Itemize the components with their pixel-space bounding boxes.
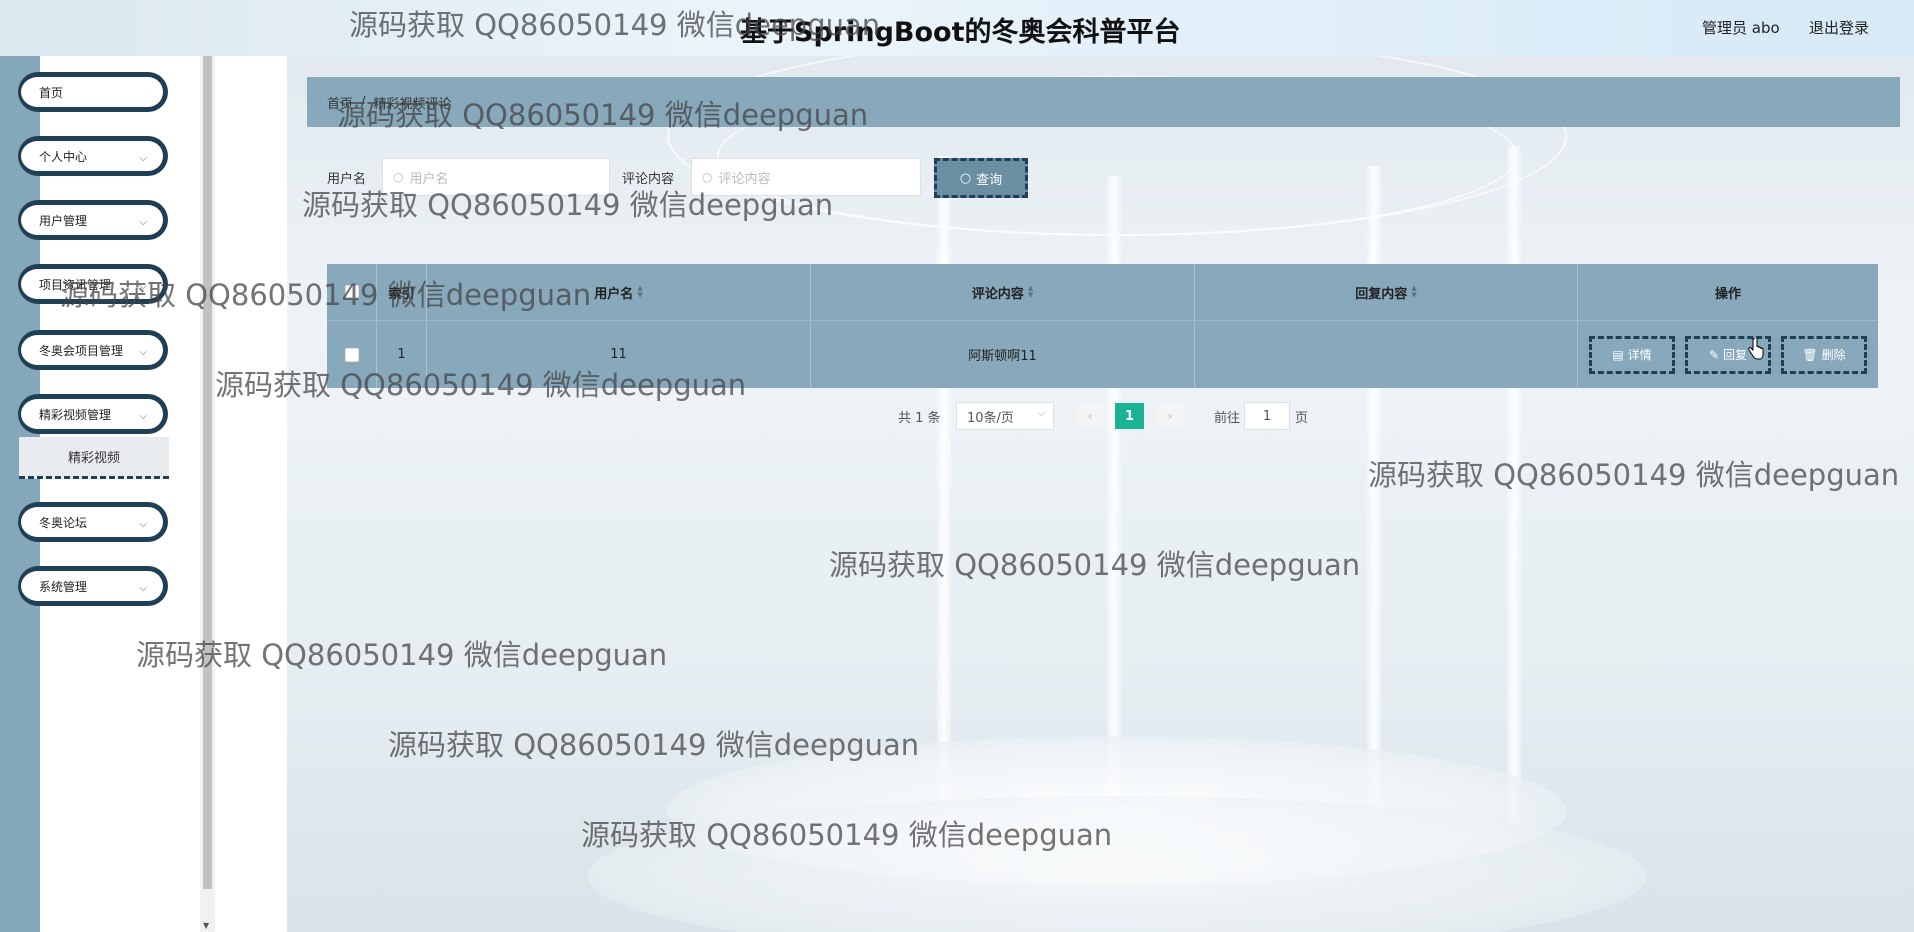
table-header: 索引 用户名 ▲ ▼ 评论内容 ▲ ▼ 回复内容 ▲ ▼ 操作 [327,264,1878,320]
chevron-down-icon: ⌵ [139,217,147,228]
goto-label: 前往 [1214,411,1241,426]
sidebar-gap [215,56,287,932]
edit-icon: ✎ [1708,347,1720,362]
sidebar-subitem-label: 精彩视频 [67,451,120,466]
username-label: 用户名 [327,172,367,187]
select-all-header[interactable] [327,264,377,320]
scroll-down-arrow-icon[interactable]: ▼ [203,921,209,930]
detail-button-label: 详情 [1627,348,1652,362]
hand-cursor-icon [1748,338,1764,360]
goto-page-input[interactable]: 1 [1244,402,1290,430]
sidebar-item-label: 个人中心 [39,149,88,164]
column-label: 索引 [388,286,415,302]
detail-button[interactable]: ▤ 详情 [1589,335,1675,374]
chevron-down-icon: ⌵ [139,583,147,594]
sort-icon[interactable]: ▲ ▼ [637,285,642,299]
page-size-value: 10条/页 [967,410,1014,426]
select-all-checkbox[interactable] [344,285,359,299]
sidebar-item-olympic-projects[interactable]: 冬奥会项目管理 ⌵ [18,330,168,370]
row-reply [1195,321,1578,388]
sidebar-item-label: 精彩视频管理 [39,407,112,422]
sidebar-scrollbar[interactable]: ▼ [200,56,215,932]
sidebar-item-personal-center[interactable]: 个人中心 ⌵ [18,136,168,176]
top-header: 基于SpringBoot的冬奥会科普平台 管理员 abo 退出登录 [0,0,1914,56]
sidebar-item-label: 冬奥论坛 [39,515,88,530]
scrollbar-thumb[interactable] [203,56,212,889]
comment-placeholder: 评论内容 [718,171,771,187]
column-header-reply[interactable]: 回复内容 ▲ ▼ [1195,264,1578,320]
row-select-cell[interactable] [327,321,377,388]
table-row: 1 11 阿斯顿啊11 ▤ 详情 ✎ 回复 🗑 删除 [327,320,1878,388]
chevron-down-icon: ⌵ [1038,409,1045,419]
row-comment: 阿斯顿啊11 [811,321,1195,388]
delete-button-label: 删除 [1821,348,1846,362]
page-size-select[interactable]: 10条/页 ⌵ [956,402,1054,430]
sidebar-item-video-management[interactable]: 精彩视频管理 ⌵ [18,394,168,434]
chevron-down-icon: ⌵ [139,153,147,164]
trash-icon: 🗑 [1802,347,1818,362]
query-button-label: 查询 [976,172,1003,188]
search-icon: ○ [959,170,972,186]
pagination-total: 共 1 条 [898,411,941,426]
chevron-down-icon: ⌵ [139,281,147,292]
column-header-actions: 操作 [1578,264,1878,320]
sidebar-item-label: 系统管理 [39,579,88,594]
next-page-button[interactable]: › [1156,403,1184,429]
column-header-index: 索引 [377,264,427,320]
prev-page-button[interactable]: ‹ [1076,403,1104,429]
sidebar-strip [0,56,40,932]
sidebar-item-label: 项目资讯管理 [39,277,112,292]
breadcrumb-separator: / [361,94,366,110]
breadcrumb-current: 精彩视频评论 [373,96,452,112]
username-search-input[interactable]: ○ 用户名 [382,158,610,196]
column-header-username[interactable]: 用户名 ▲ ▼ [427,264,811,320]
reply-button-label: 回复 [1723,348,1748,362]
username-placeholder: 用户名 [409,171,449,187]
current-user: 管理员 abo [1702,19,1780,37]
row-username: 11 [427,321,811,388]
document-icon: ▤ [1612,347,1624,362]
breadcrumb-home[interactable]: 首页 [327,93,353,112]
column-label: 评论内容 [971,286,1024,302]
chevron-down-icon: ⌵ [139,519,147,530]
sidebar-item-home[interactable]: 首页 [18,72,168,112]
sidebar-item-forum[interactable]: 冬奥论坛 ⌵ [18,502,168,542]
page-suffix: 页 [1295,411,1309,426]
column-header-comment[interactable]: 评论内容 ▲ ▼ [811,264,1195,320]
row-checkbox[interactable] [344,347,359,362]
sort-icon[interactable]: ▲ ▼ [1411,285,1416,299]
sidebar-item-label: 冬奥会项目管理 [39,343,124,358]
delete-button[interactable]: 🗑 删除 [1781,335,1867,374]
search-icon: ○ [393,170,404,184]
column-label: 回复内容 [1355,286,1408,302]
sidebar-subitem-videos[interactable]: 精彩视频 [19,437,169,479]
page-title: 基于SpringBoot的冬奥会科普平台 [740,17,1181,48]
sidebar-item-label: 首页 [39,85,64,100]
logout-link[interactable]: 退出登录 [1809,17,1869,38]
comment-label: 评论内容 [622,172,675,187]
column-label: 用户名 [594,286,634,302]
query-button[interactable]: ○ 查询 [934,158,1028,198]
sidebar-item-project-news[interactable]: 项目资讯管理 ⌵ [18,264,168,304]
chevron-down-icon: ⌵ [139,411,147,422]
search-icon: ○ [702,170,713,184]
sidebar-item-label: 用户管理 [39,213,88,228]
current-page-button[interactable]: 1 [1115,403,1144,429]
column-label: 操作 [1714,286,1741,302]
sort-icon[interactable]: ▲ ▼ [1028,285,1033,299]
sidebar-item-system-management[interactable]: 系统管理 ⌵ [18,566,168,606]
comment-search-input[interactable]: ○ 评论内容 [691,158,921,196]
sidebar [40,56,200,932]
row-index: 1 [377,321,427,388]
chevron-down-icon: ⌵ [139,347,147,358]
row-actions: ▤ 详情 ✎ 回复 🗑 删除 [1578,321,1878,388]
breadcrumb: 首页 / 精彩视频评论 [307,77,1900,127]
sidebar-item-user-management[interactable]: 用户管理 ⌵ [18,200,168,240]
